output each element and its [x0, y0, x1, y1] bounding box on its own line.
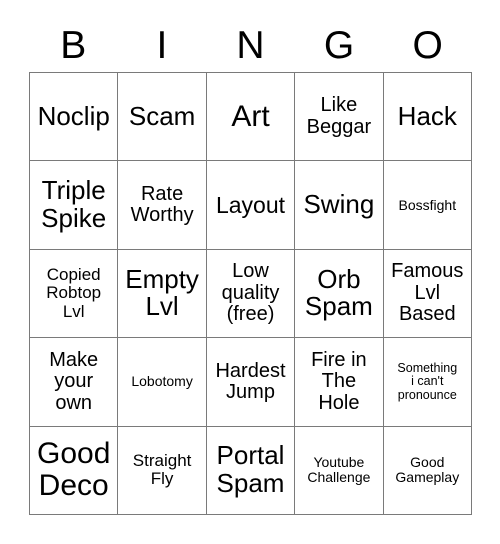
bingo-cell-r3c1[interactable]: Copied Robtop Lvl	[30, 249, 119, 339]
bingo-cell-r1c4[interactable]: Like Beggar	[295, 73, 384, 162]
bingo-cell-label: Layout	[215, 191, 286, 218]
bingo-cell-r5c4[interactable]: Youtube Challenge	[295, 426, 384, 515]
bingo-cell-r2c5[interactable]: Bossfight	[383, 161, 472, 250]
bingo-cell-r4c2[interactable]: Lobotomy	[118, 338, 207, 427]
bingo-cell-r5c1[interactable]: Good Deco	[30, 426, 119, 515]
bingo-cell-label: Hardest Jump	[215, 359, 286, 403]
bingo-cell-label: Bossfight	[398, 196, 457, 213]
bingo-cell-label: Fire in The Hole	[311, 348, 367, 414]
bingo-cell-r4c3[interactable]: Hardest Jump	[206, 338, 296, 427]
bingo-cell-label: Famous Lvl Based	[391, 260, 464, 326]
bingo-cell-label: Triple Spike	[41, 175, 107, 234]
bingo-cell-r4c1[interactable]: Make your own	[30, 338, 119, 427]
bingo-cell-label: Straight Fly	[132, 451, 192, 489]
bingo-header-letter-b: B	[60, 23, 87, 67]
bingo-cell-label: Something i can't pronounce	[397, 360, 458, 402]
bingo-cell-r5c5[interactable]: Good Gameplay	[383, 426, 472, 515]
bingo-cell-r1c2[interactable]: Scam	[118, 73, 207, 162]
bingo-header-letter-i: I	[156, 23, 168, 67]
bingo-cell-label: Good Deco	[37, 437, 111, 503]
bingo-cell-label: Art	[231, 99, 270, 133]
bingo-cell-r4c5[interactable]: Something i can't pronounce	[383, 338, 472, 427]
bingo-cell-label: Copied Robtop Lvl	[46, 265, 102, 321]
bingo-cell-label: Portal Spam	[216, 440, 285, 499]
bingo-cell-r1c3[interactable]: Art	[206, 73, 296, 162]
bingo-cell-r2c1[interactable]: Triple Spike	[30, 161, 119, 250]
bingo-cell-label: Good Gameplay	[395, 454, 460, 486]
bingo-cell-r1c1[interactable]: Noclip	[30, 73, 119, 162]
bingo-cell-r5c3[interactable]: Portal Spam	[206, 426, 296, 515]
bingo-cell-label: Make your own	[49, 348, 99, 414]
bingo-cell-r1c5[interactable]: Hack	[383, 73, 472, 162]
bingo-cell-r2c2[interactable]: Rate Worthy	[118, 161, 207, 250]
bingo-cell-label: Low quality (free)	[221, 260, 280, 326]
bingo-grid: Noclip Scam Art Like Beggar Hack Triple …	[29, 72, 472, 515]
bingo-cell-r2c4[interactable]: Swing	[295, 161, 384, 250]
bingo-header-letter-g: G	[323, 23, 355, 67]
bingo-cell-r3c2[interactable]: Empty Lvl	[118, 249, 207, 339]
bingo-cell-r5c2[interactable]: Straight Fly	[118, 426, 207, 515]
bingo-cell-label: Rate Worthy	[130, 182, 194, 227]
bingo-cell-label: Youtube Challenge	[307, 454, 371, 486]
bingo-cell-label: Empty Lvl	[125, 263, 199, 322]
bingo-cell-label: Like Beggar	[306, 94, 372, 138]
bingo-header-letter-o: O	[412, 23, 443, 67]
bingo-cell-label: Hack	[397, 100, 457, 131]
bingo-cell-r3c5[interactable]: Famous Lvl Based	[383, 249, 472, 339]
bingo-card: B I N G O Noclip Scam Art Like Beggar Ha…	[0, 0, 500, 544]
bingo-cell-r2c3[interactable]: Layout	[206, 161, 296, 250]
bingo-cell-r4c4[interactable]: Fire in The Hole	[295, 338, 384, 427]
bingo-header-row: B I N G O	[29, 18, 472, 72]
bingo-cell-label: Swing	[303, 189, 375, 220]
bingo-cell-label: Orb Spam	[304, 263, 373, 322]
bingo-cell-r3c3[interactable]: Low quality (free)	[206, 249, 296, 339]
bingo-header-letter-n: N	[236, 23, 265, 67]
bingo-cell-label: Noclip	[37, 100, 110, 131]
bingo-cell-r3c4[interactable]: Orb Spam	[295, 249, 384, 339]
bingo-cell-label: Scam	[128, 100, 196, 131]
bingo-cell-label: Lobotomy	[131, 373, 193, 390]
